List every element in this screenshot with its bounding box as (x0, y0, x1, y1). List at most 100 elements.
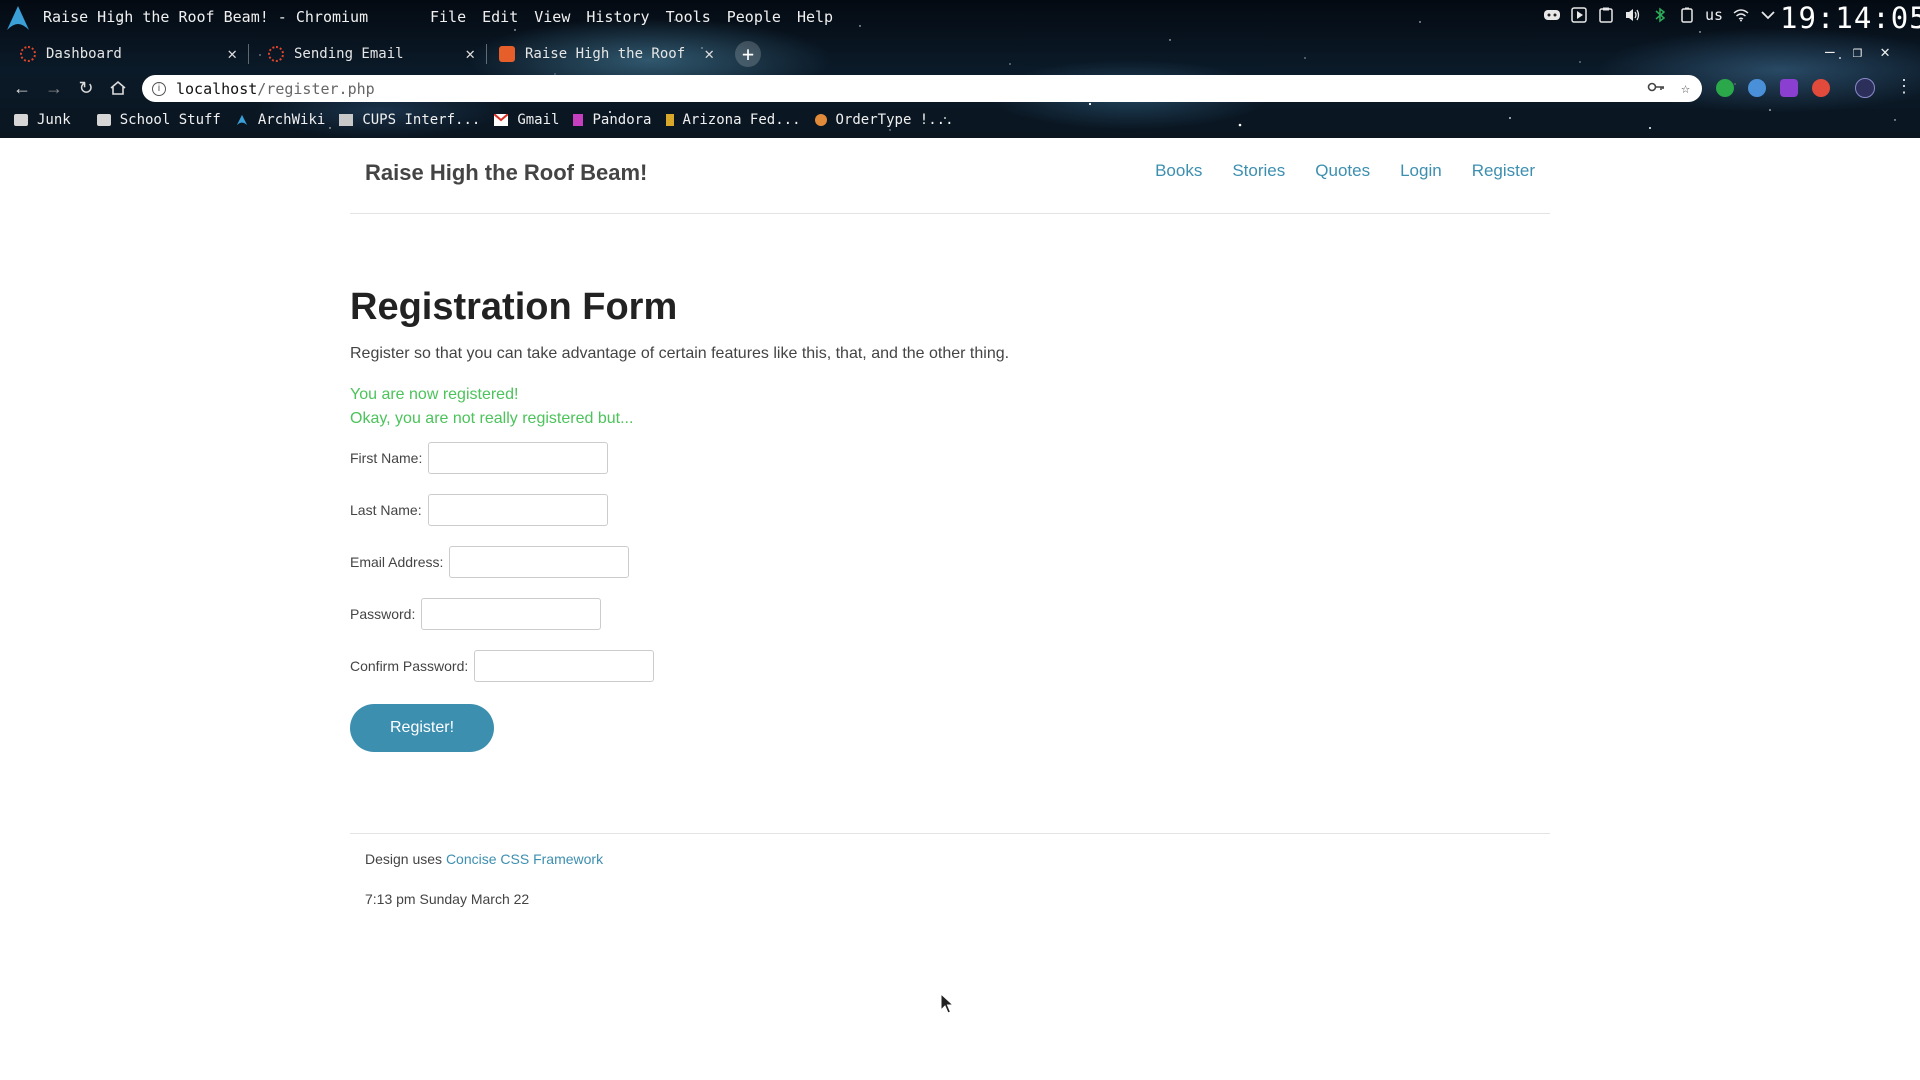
menu-tools[interactable]: Tools (666, 8, 711, 26)
media-play-icon[interactable] (1570, 6, 1588, 24)
menu-edit[interactable]: Edit (482, 8, 518, 26)
confirm-password-field[interactable] (474, 650, 655, 682)
reload-icon[interactable]: ↻ (74, 76, 98, 100)
extensions (1716, 79, 1830, 97)
first-name-row: First Name: (350, 442, 1550, 474)
email-field[interactable] (449, 546, 630, 578)
cups-icon (339, 114, 354, 126)
bluetooth-icon[interactable] (1651, 6, 1669, 24)
extension-red-icon[interactable] (1812, 79, 1830, 97)
close-icon[interactable]: ✕ (465, 44, 475, 63)
ubuntu-icon (268, 45, 284, 62)
menu-bar: File Edit View History Tools People Help (430, 8, 833, 26)
chevron-down-icon[interactable] (1759, 6, 1777, 24)
close-window-icon[interactable]: ✕ (1880, 42, 1890, 61)
tab-title: Dashboard (46, 45, 122, 62)
bookmark-arizona-fed[interactable]: Arizona Fed... (665, 112, 801, 128)
bookmark-gmail[interactable]: Gmail (494, 112, 559, 128)
last-name-field[interactable] (427, 494, 608, 526)
battery-icon[interactable] (1678, 6, 1696, 24)
bookmark-junk[interactable]: Junk (14, 112, 71, 128)
nav-register[interactable]: Register (1472, 161, 1535, 181)
bookmark-ordertype[interactable]: OrderType !... (814, 112, 954, 128)
arch-linux-icon[interactable] (4, 4, 32, 32)
tab-strip: Dashboard ✕ Sending Email ✕ Raise High t… (0, 36, 1920, 70)
bookmark-cups[interactable]: CUPS Interf... (339, 112, 480, 128)
register-button[interactable]: Register! (350, 704, 494, 752)
arch-icon (236, 114, 248, 126)
nav-quotes[interactable]: Quotes (1315, 161, 1370, 181)
site-nav: Books Stories Quotes Login Register (1155, 161, 1535, 181)
menu-file[interactable]: File (430, 8, 466, 26)
tab-raise-high-active[interactable]: Raise High the Roof ✕ (487, 38, 722, 69)
bookmark-school-stuff[interactable]: School Stuff (96, 112, 221, 128)
window-title: Raise High the Roof Beam! - Chromium (43, 8, 369, 26)
html-icon (499, 45, 515, 62)
confirm-password-row: Confirm Password: (350, 650, 1550, 682)
first-name-label: First Name: (350, 450, 423, 466)
extension-green-icon[interactable] (1716, 79, 1734, 97)
wifi-icon[interactable] (1732, 6, 1750, 24)
concise-css-link[interactable]: Concise CSS Framework (446, 851, 603, 867)
tab-sending-email[interactable]: Sending Email ✕ (248, 38, 483, 69)
system-bar: Raise High the Roof Beam! - Chromium Fil… (0, 0, 1920, 36)
discord-icon[interactable] (1543, 6, 1561, 24)
bookmark-label: School Stuff (119, 112, 221, 128)
extension-globe-icon[interactable] (1748, 79, 1766, 97)
volume-icon[interactable] (1624, 6, 1642, 24)
nav-login[interactable]: Login (1400, 161, 1442, 181)
close-icon[interactable]: ✕ (227, 44, 237, 63)
keyboard-layout[interactable]: us (1705, 6, 1723, 24)
web-page: Raise High the Roof Beam! Books Stories … (0, 138, 1920, 1080)
password-field[interactable] (421, 598, 602, 630)
first-name-field[interactable] (428, 442, 609, 474)
home-icon[interactable] (106, 76, 130, 100)
system-tray: us (1543, 6, 1777, 24)
menu-view[interactable]: View (534, 8, 570, 26)
url-host: localhost (176, 79, 258, 98)
system-clock: 19:14:05 (1780, 1, 1920, 35)
menu-people[interactable]: People (727, 8, 781, 26)
bookmark-label: ArchWiki (257, 112, 326, 128)
bookmark-label: Arizona Fed... (682, 112, 801, 128)
url-path: /register.php (257, 79, 375, 98)
back-arrow-icon[interactable]: ← (10, 76, 34, 100)
kebab-menu-icon[interactable]: ⋮ (1895, 76, 1913, 97)
star-icon[interactable]: ☆ (1681, 79, 1690, 97)
nav-books[interactable]: Books (1155, 161, 1202, 181)
bookmark-pandora[interactable]: Pandora (573, 112, 652, 128)
forward-arrow-icon[interactable]: → (42, 76, 66, 100)
browser-toolbar: ← → ↻ i localhost/register.php ☆ ⋮ (0, 70, 1920, 106)
ordertype-icon (814, 114, 827, 126)
last-name-row: Last Name: (350, 494, 1550, 526)
gmail-icon (494, 114, 509, 126)
folder-icon (96, 114, 111, 126)
bookmark-archwiki[interactable]: ArchWiki (235, 112, 325, 128)
site-header: Raise High the Roof Beam! Books Stories … (350, 138, 1550, 214)
maximize-icon[interactable]: ❐ (1853, 42, 1863, 61)
menu-history[interactable]: History (586, 8, 649, 26)
extension-purple-icon[interactable] (1780, 79, 1798, 97)
info-icon[interactable]: i (152, 81, 166, 96)
close-icon[interactable]: ✕ (704, 44, 714, 63)
footer-credit-prefix: Design uses (365, 851, 446, 867)
bookmarks-bar: Junk School Stuff ArchWiki CUPS Interf..… (0, 106, 1920, 134)
nav-stories[interactable]: Stories (1232, 161, 1285, 181)
pandora-icon (573, 114, 584, 126)
bookmark-label: Gmail (517, 112, 560, 128)
footer-credit: Design uses Concise CSS Framework (365, 851, 1550, 867)
folder-icon (14, 114, 28, 126)
tab-dashboard[interactable]: Dashboard ✕ (0, 38, 245, 69)
clipboard-icon[interactable] (1597, 6, 1615, 24)
footer-timestamp: 7:13 pm Sunday March 22 (365, 891, 530, 907)
menu-help[interactable]: Help (797, 8, 833, 26)
new-tab-button[interactable]: + (735, 41, 761, 67)
ubuntu-icon (20, 45, 36, 62)
site-title[interactable]: Raise High the Roof Beam! (365, 160, 647, 186)
password-row: Password: (350, 598, 1550, 630)
profile-avatar[interactable] (1855, 78, 1875, 98)
minimize-icon[interactable]: — (1825, 42, 1835, 61)
key-icon[interactable] (1647, 79, 1665, 97)
address-bar[interactable]: i localhost/register.php ☆ (142, 75, 1702, 102)
registration-form: First Name: Last Name: Email Address: Pa… (350, 442, 1550, 752)
